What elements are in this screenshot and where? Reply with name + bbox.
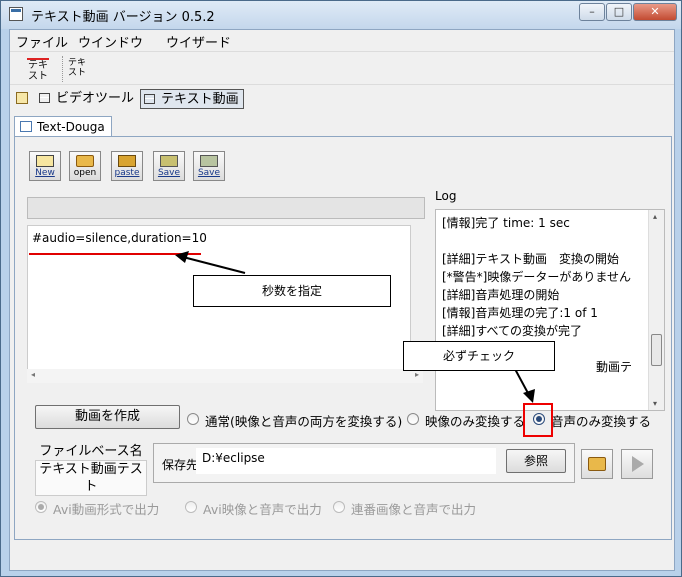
file-basename-label: ファイルベース名 [39,444,143,459]
tab-text-douga-label: Text-Douga [37,120,105,134]
radio-indicator [185,501,197,513]
save-button[interactable]: Save [153,151,185,181]
save-as-button-label: Save [197,168,221,178]
log-line: [詳細]テキスト動画 変換の開始 [442,252,620,266]
save-path-value: D:¥eclipse [202,451,265,465]
grid-icon [144,94,155,104]
save-path-field[interactable]: D:¥eclipse [196,448,496,474]
menu-wizard[interactable]: ウイザード [166,32,231,51]
highlight-box [523,403,553,437]
tab-video-tool-label: ビデオツール [56,91,135,106]
app-icon [9,7,23,21]
new-button-label: New [35,168,55,178]
radio-selected-dot [38,504,44,510]
save-icon [160,155,178,167]
log-line: [情報]完了 time: 1 sec [442,216,570,230]
must-check-callout: 必ずチェック [403,341,555,371]
new-button[interactable]: New [29,151,61,181]
client-area: ファイル ウインドウ ウイザード テキスト テキスト ビデオツール テキスト動画 [9,29,675,571]
progress-bar [27,197,425,219]
title-bar: テキスト動画 バージョン 0.5.2 – □ ✕ [1,1,681,29]
open-output-folder-button[interactable] [581,449,613,479]
menu-bar: ファイル ウインドウ ウイザード [10,30,674,51]
scroll-left-icon[interactable]: ◂ [31,370,35,379]
radio-indicator [407,413,419,425]
save-button-label: Save [157,168,181,178]
radio-indicator [333,501,345,513]
maximize-button[interactable]: □ [606,3,632,21]
radio-sequence-output[interactable]: 連番画像と音声で出力 [333,499,476,518]
window-title: テキスト動画 バージョン 0.5.2 [31,10,215,25]
view-tabs: ビデオツール テキスト動画 [10,86,674,112]
radio-normal-label: 通常(映像と音声の両方を変換する) [205,414,403,429]
radio-avi-av-output-label: Avi映像と音声で出力 [203,502,322,517]
tab-text-douga[interactable]: Text-Douga [14,116,112,137]
save-destination-group: 保存先 D:¥eclipse 参照 [153,443,575,483]
file-basename-field[interactable]: テキスト動画テスト [35,460,147,496]
play-icon [632,456,644,472]
toolbar: テキスト テキスト [10,51,674,85]
open-button[interactable]: open [69,151,101,181]
text-video-tool-label: テキスト [27,58,49,82]
text-tool-label: テキスト [67,58,86,78]
log-vertical-scrollbar[interactable]: ▴ ▾ [648,210,664,410]
text-video-tool-icon[interactable]: テキスト [24,56,52,82]
tab-video-tool[interactable]: ビデオツール [36,89,134,109]
radio-indicator [35,501,47,513]
tab-text-video[interactable]: テキスト動画 [140,89,244,109]
menu-file[interactable]: ファイル [16,32,68,51]
folder-icon [76,155,94,167]
radio-avi-output-label: Avi動画形式で出力 [53,502,160,517]
seconds-callout-text: 秒数を指定 [261,284,322,298]
new-file-icon [36,155,54,167]
log-view[interactable]: [情報]完了 time: 1 sec [詳細]テキスト動画 変換の開始 [*警告… [435,209,665,411]
play-button[interactable] [621,449,653,479]
document-icon [20,121,32,132]
editor-line: #audio=silence,duration=10 [32,231,207,245]
folder-open-icon [588,457,606,471]
browse-button[interactable]: 参照 [506,449,566,473]
app-window: テキスト動画 バージョン 0.5.2 – □ ✕ ファイル ウインドウ ウイザー… [0,0,682,577]
create-video-button[interactable]: 動画を作成 [35,405,180,429]
save-as-icon [200,155,218,167]
radio-video-only-label: 映像のみ変換する [425,414,526,429]
log-label: Log [435,189,457,203]
tab-text-video-label: テキスト動画 [161,92,239,107]
editor-horizontal-scrollbar[interactable]: ◂ ▸ [27,369,423,383]
radio-sequence-output-label: 連番画像と音声で出力 [351,502,477,517]
seconds-callout: 秒数を指定 [193,275,391,307]
save-destination-label: 保存先 [162,458,199,472]
log-line: [詳細]音声処理の開始 [442,288,560,302]
minimize-button[interactable]: – [579,3,605,21]
scroll-right-icon[interactable]: ▸ [415,370,419,379]
menu-window[interactable]: ウインドウ [78,32,143,51]
paste-button-label: paste [114,168,140,178]
text-douga-panel: New open paste Save Save #audio=silence,… [14,136,672,540]
file-basename: ファイルベース名 テキスト動画テスト [35,443,147,496]
scrollbar-thumb[interactable] [651,334,662,366]
must-check-callout-text: 必ずチェック [442,349,515,363]
open-button-label: open [73,168,97,178]
grid-icon [39,93,50,103]
paste-button[interactable]: paste [111,151,143,181]
scroll-down-icon[interactable]: ▾ [653,399,657,408]
radio-avi-output[interactable]: Avi動画形式で出力 [35,499,159,518]
close-button[interactable]: ✕ [633,3,677,21]
add-view-icon[interactable] [16,92,28,104]
log-line: [詳細]すべての変換が完了 [442,324,583,338]
log-line: [情報]音声処理の完了:1 of 1 [442,306,598,320]
clipboard-icon [118,155,136,167]
radio-indicator [187,413,199,425]
log-line: [*警告*]映像データーがありません [442,270,632,284]
radio-avi-av-output[interactable]: Avi映像と音声で出力 [185,499,322,518]
log-line: 動画テ [596,360,633,374]
scroll-up-icon[interactable]: ▴ [653,212,657,221]
radio-normal[interactable]: 通常(映像と音声の両方を変換する) [187,411,402,430]
text-tool-icon[interactable]: テキスト [62,56,91,82]
radio-audio-only-label: 音声のみ変換する [551,414,652,429]
radio-video-only[interactable]: 映像のみ変換する [407,411,525,430]
save-as-button[interactable]: Save [193,151,225,181]
